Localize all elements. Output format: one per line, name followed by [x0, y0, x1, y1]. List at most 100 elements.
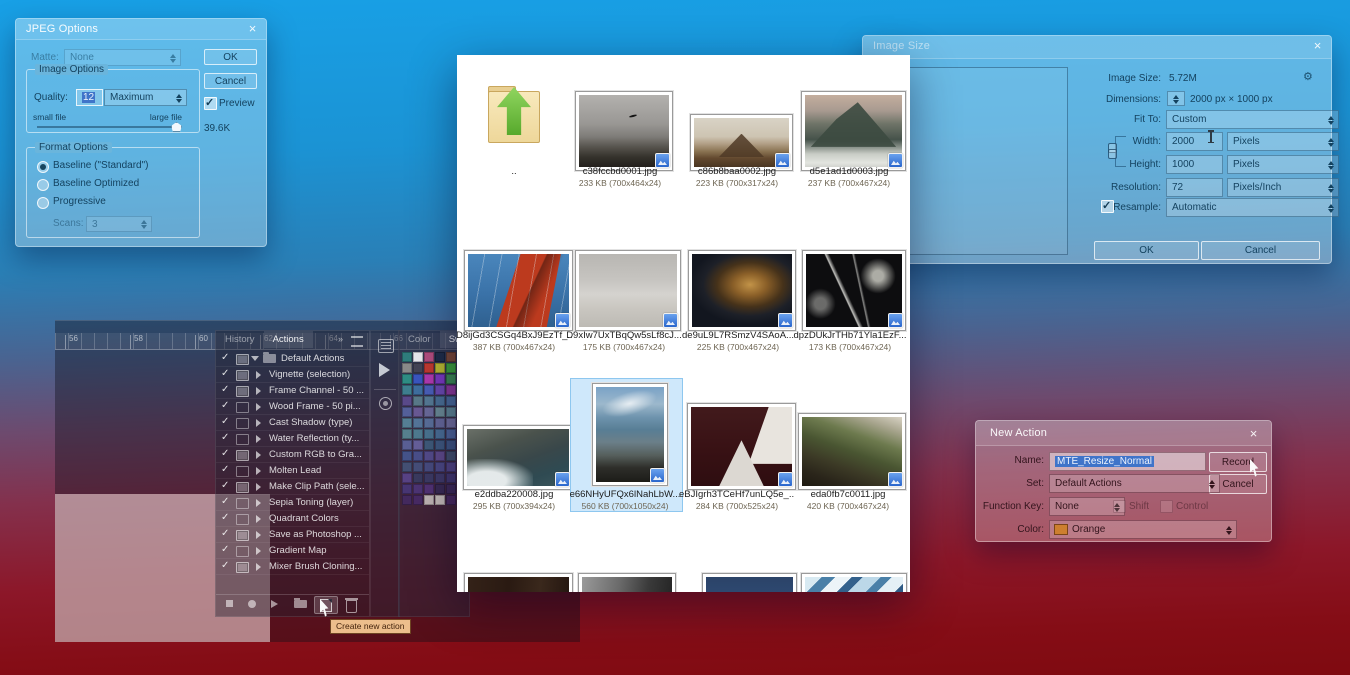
color-swatch[interactable] — [413, 429, 423, 439]
chevron-right-icon[interactable] — [256, 467, 261, 475]
file-name-label[interactable]: de9uL9L7RSmzV4SAoA... — [680, 330, 796, 341]
file-name-label[interactable]: e2ddba220008.jpg — [457, 489, 572, 500]
color-swatch[interactable] — [435, 385, 445, 395]
color-swatch[interactable] — [446, 440, 456, 450]
file-thumbnail[interactable] — [687, 403, 796, 490]
checkmark-icon[interactable]: ✓ — [221, 384, 229, 395]
color-swatch[interactable] — [402, 374, 412, 384]
color-swatch[interactable] — [435, 429, 445, 439]
color-swatch[interactable] — [424, 440, 434, 450]
color-swatch[interactable] — [402, 418, 412, 428]
resolution-input[interactable]: 72 — [1166, 178, 1223, 197]
color-swatch[interactable] — [446, 396, 456, 406]
resample-dropdown[interactable]: Automatic — [1166, 198, 1339, 217]
file-name-label[interactable]: .. — [457, 166, 572, 177]
file-name-label[interactable]: D8ijGd3CSGq4BxJ9EzTf_... — [457, 330, 572, 341]
dialog-titlebar[interactable]: New Action — [976, 421, 1271, 446]
file-thumbnail[interactable] — [688, 250, 796, 331]
file-name-label[interactable]: d5e1ad1d0003.jpg — [791, 166, 907, 177]
color-swatch[interactable] — [413, 396, 423, 406]
color-swatch[interactable] — [446, 418, 456, 428]
file-name-label[interactable]: e66NHyUFQx6lNahLbW... — [567, 489, 683, 500]
dimensions-dropdown[interactable] — [1167, 91, 1185, 106]
action-row[interactable]: ✓Custom RGB to Gra... — [216, 447, 369, 463]
action-row[interactable]: ✓Vignette (selection) — [216, 367, 369, 383]
color-swatch[interactable] — [446, 451, 456, 461]
checkmark-icon[interactable]: ✓ — [221, 480, 229, 491]
gear-icon[interactable]: ⚙ — [1303, 70, 1313, 83]
file-thumbnail[interactable] — [801, 91, 906, 171]
parent-folder-icon[interactable] — [487, 83, 541, 145]
file-thumbnail[interactable] — [798, 413, 906, 490]
file-thumbnail[interactable] — [463, 425, 573, 490]
chain-link-icon[interactable] — [1108, 143, 1117, 159]
format-option-radio[interactable] — [37, 179, 49, 191]
color-swatch[interactable] — [413, 363, 423, 373]
file-thumbnail[interactable] — [690, 114, 793, 171]
dialog-toggle-icon[interactable] — [236, 482, 249, 493]
color-swatch[interactable] — [424, 484, 434, 494]
color-swatch[interactable] — [435, 495, 445, 505]
file-thumbnail[interactable] — [578, 573, 676, 592]
dialog-toggle-icon[interactable] — [236, 402, 249, 413]
color-swatch[interactable] — [424, 418, 434, 428]
color-swatch[interactable] — [446, 484, 456, 494]
action-row[interactable]: ✓Wood Frame - 50 pi... — [216, 399, 369, 415]
color-swatch[interactable] — [402, 429, 412, 439]
action-row[interactable]: ✓Save as Photoshop ... — [216, 527, 369, 543]
height-input[interactable]: 1000 — [1166, 155, 1223, 174]
action-row[interactable]: ✓Quadrant Colors — [216, 511, 369, 527]
dialog-toggle-icon[interactable] — [236, 386, 249, 397]
close-icon[interactable] — [1310, 38, 1325, 53]
action-row[interactable]: ✓Make Clip Path (sele... — [216, 479, 369, 495]
color-swatch[interactable] — [446, 462, 456, 472]
close-icon[interactable] — [1246, 426, 1261, 441]
file-name-label[interactable]: eBJIgrh3TCeHf7unLQ5e_... — [679, 489, 795, 500]
color-swatch[interactable] — [424, 429, 434, 439]
color-swatch[interactable] — [424, 396, 434, 406]
color-swatch[interactable] — [446, 374, 456, 384]
record-icon[interactable] — [248, 600, 256, 608]
color-swatch[interactable] — [424, 407, 434, 417]
color-swatch[interactable] — [413, 495, 423, 505]
checkmark-icon[interactable]: ✓ — [221, 512, 229, 523]
color-swatch[interactable] — [424, 462, 434, 472]
color-swatch[interactable] — [446, 352, 456, 362]
file-thumbnail[interactable] — [592, 383, 668, 486]
file-name-label[interactable]: c38fccbd0001.jpg — [562, 166, 678, 177]
color-swatch[interactable] — [402, 352, 412, 362]
color-swatch[interactable] — [413, 352, 423, 362]
color-swatch[interactable] — [402, 484, 412, 494]
chevron-right-icon[interactable] — [256, 547, 261, 555]
color-swatch[interactable] — [446, 407, 456, 417]
checkmark-icon[interactable]: ✓ — [221, 368, 229, 379]
checkmark-icon[interactable]: ✓ — [221, 528, 229, 539]
collapsed-panel-icon[interactable] — [379, 397, 392, 410]
file-thumbnail[interactable] — [575, 250, 681, 331]
ok-button[interactable]: OK — [1094, 241, 1199, 260]
collapsed-panel-icon[interactable] — [378, 339, 394, 353]
color-swatch[interactable] — [424, 352, 434, 362]
resample-checkbox[interactable] — [1101, 200, 1114, 213]
scans-dropdown[interactable]: 3 — [86, 216, 152, 232]
file-thumbnail[interactable] — [575, 91, 673, 171]
dialog-toggle-icon[interactable] — [236, 370, 249, 381]
checkmark-icon[interactable]: ✓ — [221, 448, 229, 459]
chevron-right-icon[interactable] — [256, 435, 261, 443]
cancel-button[interactable]: Cancel — [204, 73, 257, 89]
color-swatch[interactable] — [424, 473, 434, 483]
quality-input[interactable]: 12 — [76, 89, 103, 106]
action-row[interactable]: ✓Mixer Brush Cloning... — [216, 559, 369, 575]
shift-checkbox[interactable] — [1113, 500, 1126, 513]
dialog-toggle-icon[interactable] — [236, 546, 249, 557]
color-swatch[interactable] — [413, 462, 423, 472]
chevron-right-icon[interactable] — [256, 563, 261, 571]
action-row[interactable]: ✓Gradient Map — [216, 543, 369, 559]
checkmark-icon[interactable]: ✓ — [221, 352, 229, 363]
color-swatch[interactable] — [413, 440, 423, 450]
color-swatch[interactable] — [446, 473, 456, 483]
file-thumbnail[interactable] — [801, 573, 907, 592]
color-swatch[interactable] — [435, 473, 445, 483]
file-thumbnail[interactable] — [702, 573, 797, 592]
tab-actions[interactable]: Actions — [264, 331, 313, 348]
